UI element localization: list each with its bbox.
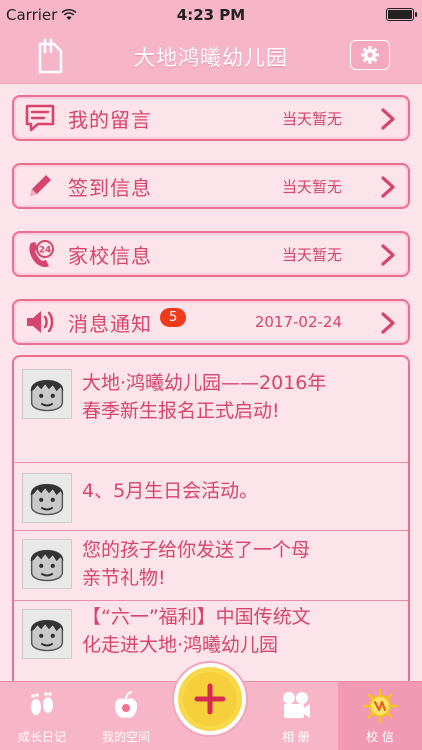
avatar: [22, 369, 72, 419]
my-messages-label: 我的留言: [68, 107, 152, 132]
sun-letter-icon: [362, 689, 398, 723]
speaker-icon: [22, 304, 58, 340]
home-school-info-row[interactable]: 24 家校信息 当天暂无: [12, 231, 410, 277]
tab-school-letter-label: 校 信: [366, 730, 394, 744]
plus-icon: [194, 683, 226, 715]
message-text: 您的孩子给你发送了一个母亲节礼物!: [82, 539, 311, 589]
tab-my-space[interactable]: 我的空间: [84, 682, 168, 750]
chevron-right-icon: [381, 176, 395, 198]
chevron-right-icon: [381, 312, 395, 334]
settings-button[interactable]: [350, 40, 390, 70]
avatar: [22, 473, 72, 523]
avatar: [22, 609, 72, 659]
battery-icon: [386, 8, 417, 21]
status-bar: Carrier 4:23 PM: [0, 0, 422, 30]
tab-school-letter[interactable]: 校 信: [338, 682, 422, 750]
tab-album-label: 相 册: [282, 730, 310, 744]
my-messages-value: 当天暂无: [281, 109, 342, 128]
tab-my-space-label: 我的空间: [101, 730, 150, 744]
tab-growth-diary-label: 成长日记: [17, 730, 66, 744]
unread-count-badge: 5: [160, 307, 187, 327]
chevron-right-icon: [381, 108, 395, 130]
phone-24h-icon: 24: [22, 236, 58, 272]
tab-growth-diary[interactable]: 成长日记: [0, 682, 84, 750]
notification-list: 大地·鸿曦幼儿园——2016年春季新生报名正式启动! 4、5月生日会活动。 您的…: [12, 355, 410, 681]
list-item[interactable]: 大地·鸿曦幼儿园——2016年春季新生报名正式启动!: [14, 357, 408, 463]
apple-icon: [108, 690, 144, 722]
list-item[interactable]: 您的孩子给你发送了一个母亲节礼物!: [14, 531, 408, 601]
add-button[interactable]: [174, 663, 246, 735]
my-messages-row[interactable]: 我的留言 当天暂无: [12, 95, 410, 141]
notifications-row[interactable]: 消息通知 5 2017-02-24: [12, 299, 410, 345]
notifications-date: 2017-02-24: [254, 313, 342, 331]
message-text: 4、5月生日会活动。: [82, 480, 259, 502]
checkin-info-value: 当天暂无: [281, 177, 342, 196]
tab-album[interactable]: 相 册: [254, 682, 338, 750]
film-camera-icon: [278, 690, 314, 722]
notifications-label: 消息通知: [68, 311, 152, 336]
checkin-info-label: 签到信息: [68, 175, 152, 200]
navigation-bar: 大地鸿曦幼儿园: [0, 30, 422, 84]
status-time: 4:23 PM: [176, 6, 246, 24]
message-text: 【“六一”福利】中国传统文化走进大地·鸿曦幼儿园: [82, 606, 311, 656]
gear-icon: [361, 46, 379, 64]
footprints-icon: [24, 690, 60, 722]
chevron-right-icon: [381, 244, 395, 266]
home-school-info-label: 家校信息: [68, 243, 152, 268]
svg-text:24: 24: [39, 246, 52, 256]
pencil-icon: [22, 168, 58, 204]
message-text: 大地·鸿曦幼儿园——2016年春季新生报名正式启动!: [82, 372, 327, 422]
checkin-info-row[interactable]: 签到信息 当天暂无: [12, 163, 410, 209]
avatar: [22, 539, 72, 589]
message-icon: [22, 100, 58, 136]
home-school-info-value: 当天暂无: [281, 245, 342, 264]
list-item[interactable]: 4、5月生日会活动。: [14, 463, 408, 531]
